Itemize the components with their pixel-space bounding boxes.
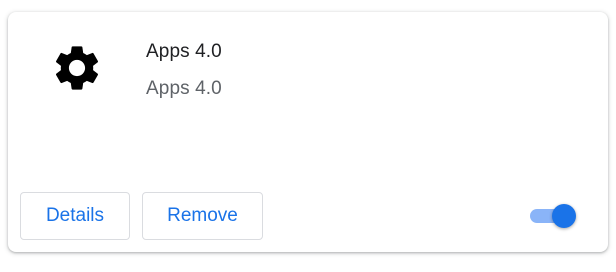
- details-button[interactable]: Details: [20, 192, 130, 240]
- enable-toggle[interactable]: [530, 204, 580, 228]
- extension-card: Apps 4.0 Apps 4.0 Details Remove: [8, 12, 608, 252]
- extension-description: Apps 4.0: [146, 78, 222, 99]
- extension-name: Apps 4.0: [146, 41, 222, 62]
- toggle-knob: [552, 204, 576, 228]
- remove-button[interactable]: Remove: [142, 192, 263, 240]
- gear-icon: [50, 41, 104, 95]
